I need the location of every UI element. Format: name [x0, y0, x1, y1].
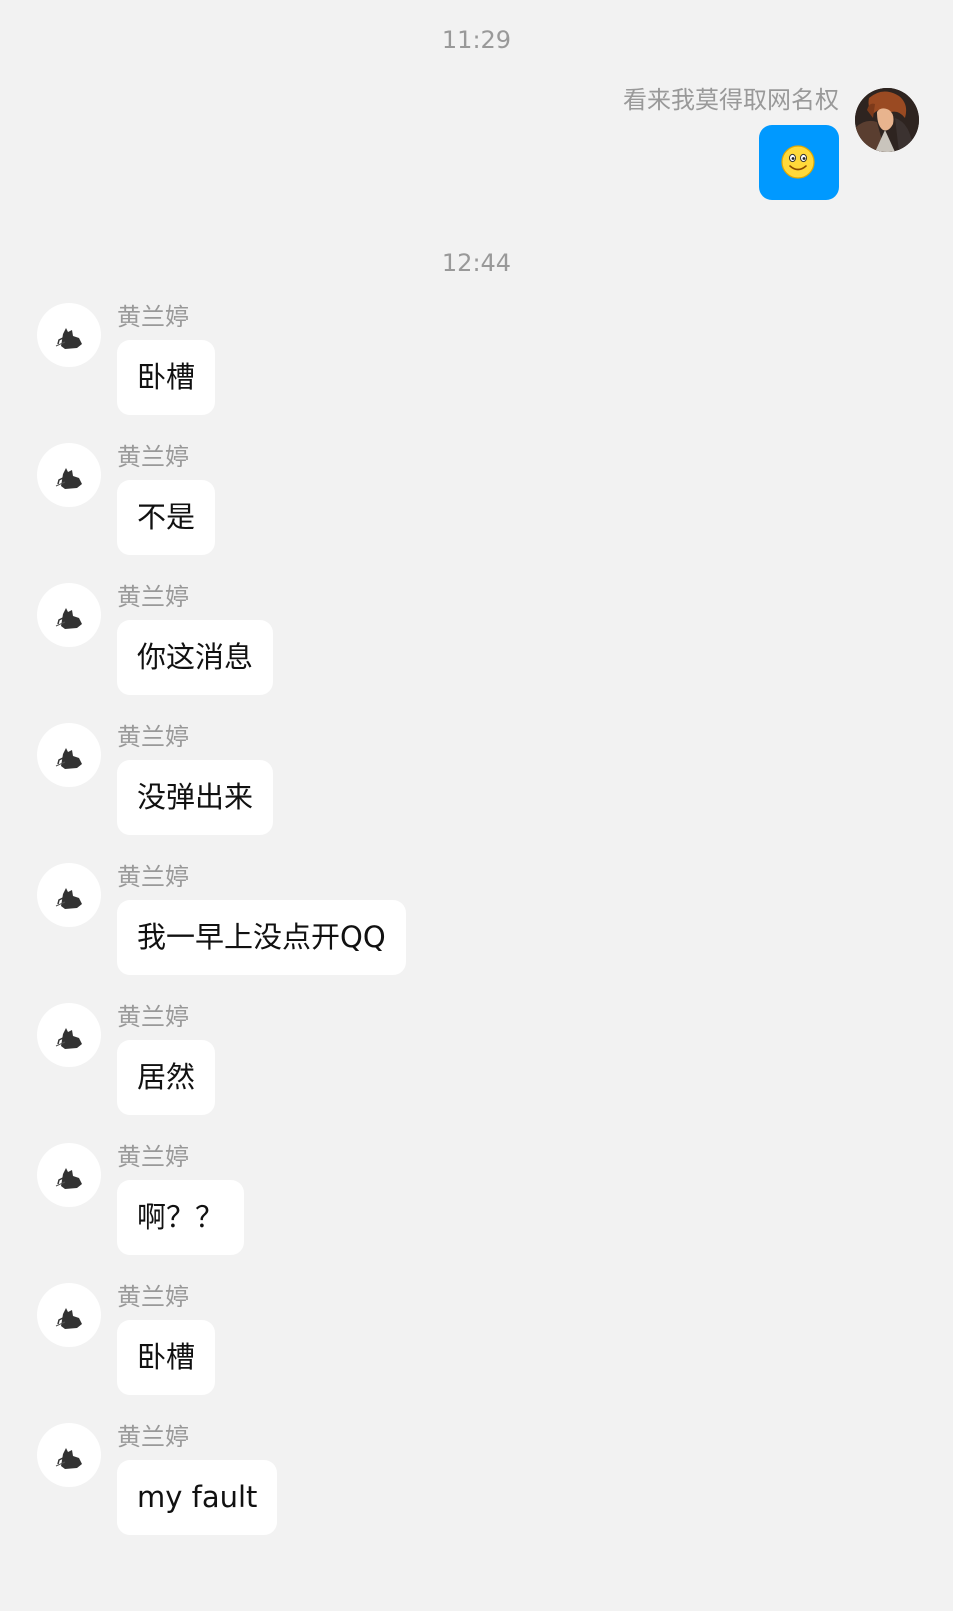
message-bubble-incoming[interactable]: 不是 — [117, 480, 216, 555]
outgoing-message: 看来我莫得取网名权 — [519, 85, 919, 205]
contact-avatar[interactable] — [37, 583, 101, 647]
contact-avatar[interactable] — [37, 863, 101, 927]
contact-avatar[interactable] — [37, 303, 101, 367]
message-bubble-incoming[interactable]: 啊？？ — [117, 1180, 245, 1255]
cat-avatar-icon — [55, 1028, 82, 1049]
smiley-emoji-icon — [781, 145, 815, 179]
message-bubble-outgoing[interactable] — [759, 125, 839, 200]
message-timestamp: 12:44 — [441, 249, 512, 277]
incoming-message: 黄兰婷 啊？？ — [37, 1143, 737, 1273]
contact-avatar[interactable] — [37, 443, 101, 507]
contact-name: 黄兰婷 — [117, 303, 189, 331]
contact-name: 黄兰婷 — [117, 583, 189, 611]
incoming-message: 黄兰婷 卧槽 — [37, 1283, 737, 1413]
message-bubble-incoming[interactable]: 我一早上没点开QQ — [117, 900, 406, 975]
contact-name: 黄兰婷 — [117, 443, 189, 471]
contact-avatar[interactable] — [37, 1143, 101, 1207]
incoming-message: 黄兰婷 你这消息 — [37, 583, 737, 713]
message-bubble-incoming[interactable]: 居然 — [117, 1040, 216, 1115]
incoming-message: 黄兰婷 我一早上没点开QQ — [37, 863, 737, 993]
sender-name: 看来我莫得取网名权 — [623, 86, 839, 114]
incoming-message: 黄兰婷 不是 — [37, 443, 737, 573]
cat-avatar-icon — [55, 328, 82, 349]
incoming-message: 黄兰婷 居然 — [37, 1003, 737, 1133]
contact-avatar[interactable] — [37, 1003, 101, 1067]
incoming-message: 黄兰婷 没弹出来 — [37, 723, 737, 853]
contact-name: 黄兰婷 — [117, 1423, 189, 1451]
contact-name: 黄兰婷 — [117, 723, 189, 751]
contact-avatar[interactable] — [37, 723, 101, 787]
cat-avatar-icon — [55, 1448, 82, 1469]
contact-avatar[interactable] — [37, 1423, 101, 1487]
avatar-image-icon — [855, 88, 919, 152]
message-bubble-incoming[interactable]: 你这消息 — [117, 620, 274, 695]
message-bubble-incoming[interactable]: 卧槽 — [117, 1320, 216, 1395]
incoming-message: 黄兰婷 卧槽 — [37, 303, 737, 433]
contact-name: 黄兰婷 — [117, 1283, 189, 1311]
chat-message-list[interactable]: 11:29 看来我莫得取网名权 12:44 黄兰婷 卧槽 黄兰婷 不是 黄兰婷 … — [0, 0, 953, 1611]
contact-name: 黄兰婷 — [117, 863, 189, 891]
contact-avatar[interactable] — [37, 1283, 101, 1347]
contact-name: 黄兰婷 — [117, 1143, 189, 1171]
cat-avatar-icon — [55, 888, 82, 909]
cat-avatar-icon — [55, 608, 82, 629]
incoming-message: 黄兰婷 my fault — [37, 1423, 737, 1553]
contact-name: 黄兰婷 — [117, 1003, 189, 1031]
message-bubble-incoming[interactable]: my fault — [117, 1460, 278, 1535]
cat-avatar-icon — [55, 1308, 82, 1329]
message-timestamp: 11:29 — [441, 26, 512, 54]
my-avatar[interactable] — [855, 88, 919, 152]
message-bubble-incoming[interactable]: 卧槽 — [117, 340, 216, 415]
cat-avatar-icon — [55, 748, 82, 769]
message-bubble-incoming[interactable]: 没弹出来 — [117, 760, 274, 835]
cat-avatar-icon — [55, 468, 82, 489]
cat-avatar-icon — [55, 1168, 82, 1189]
